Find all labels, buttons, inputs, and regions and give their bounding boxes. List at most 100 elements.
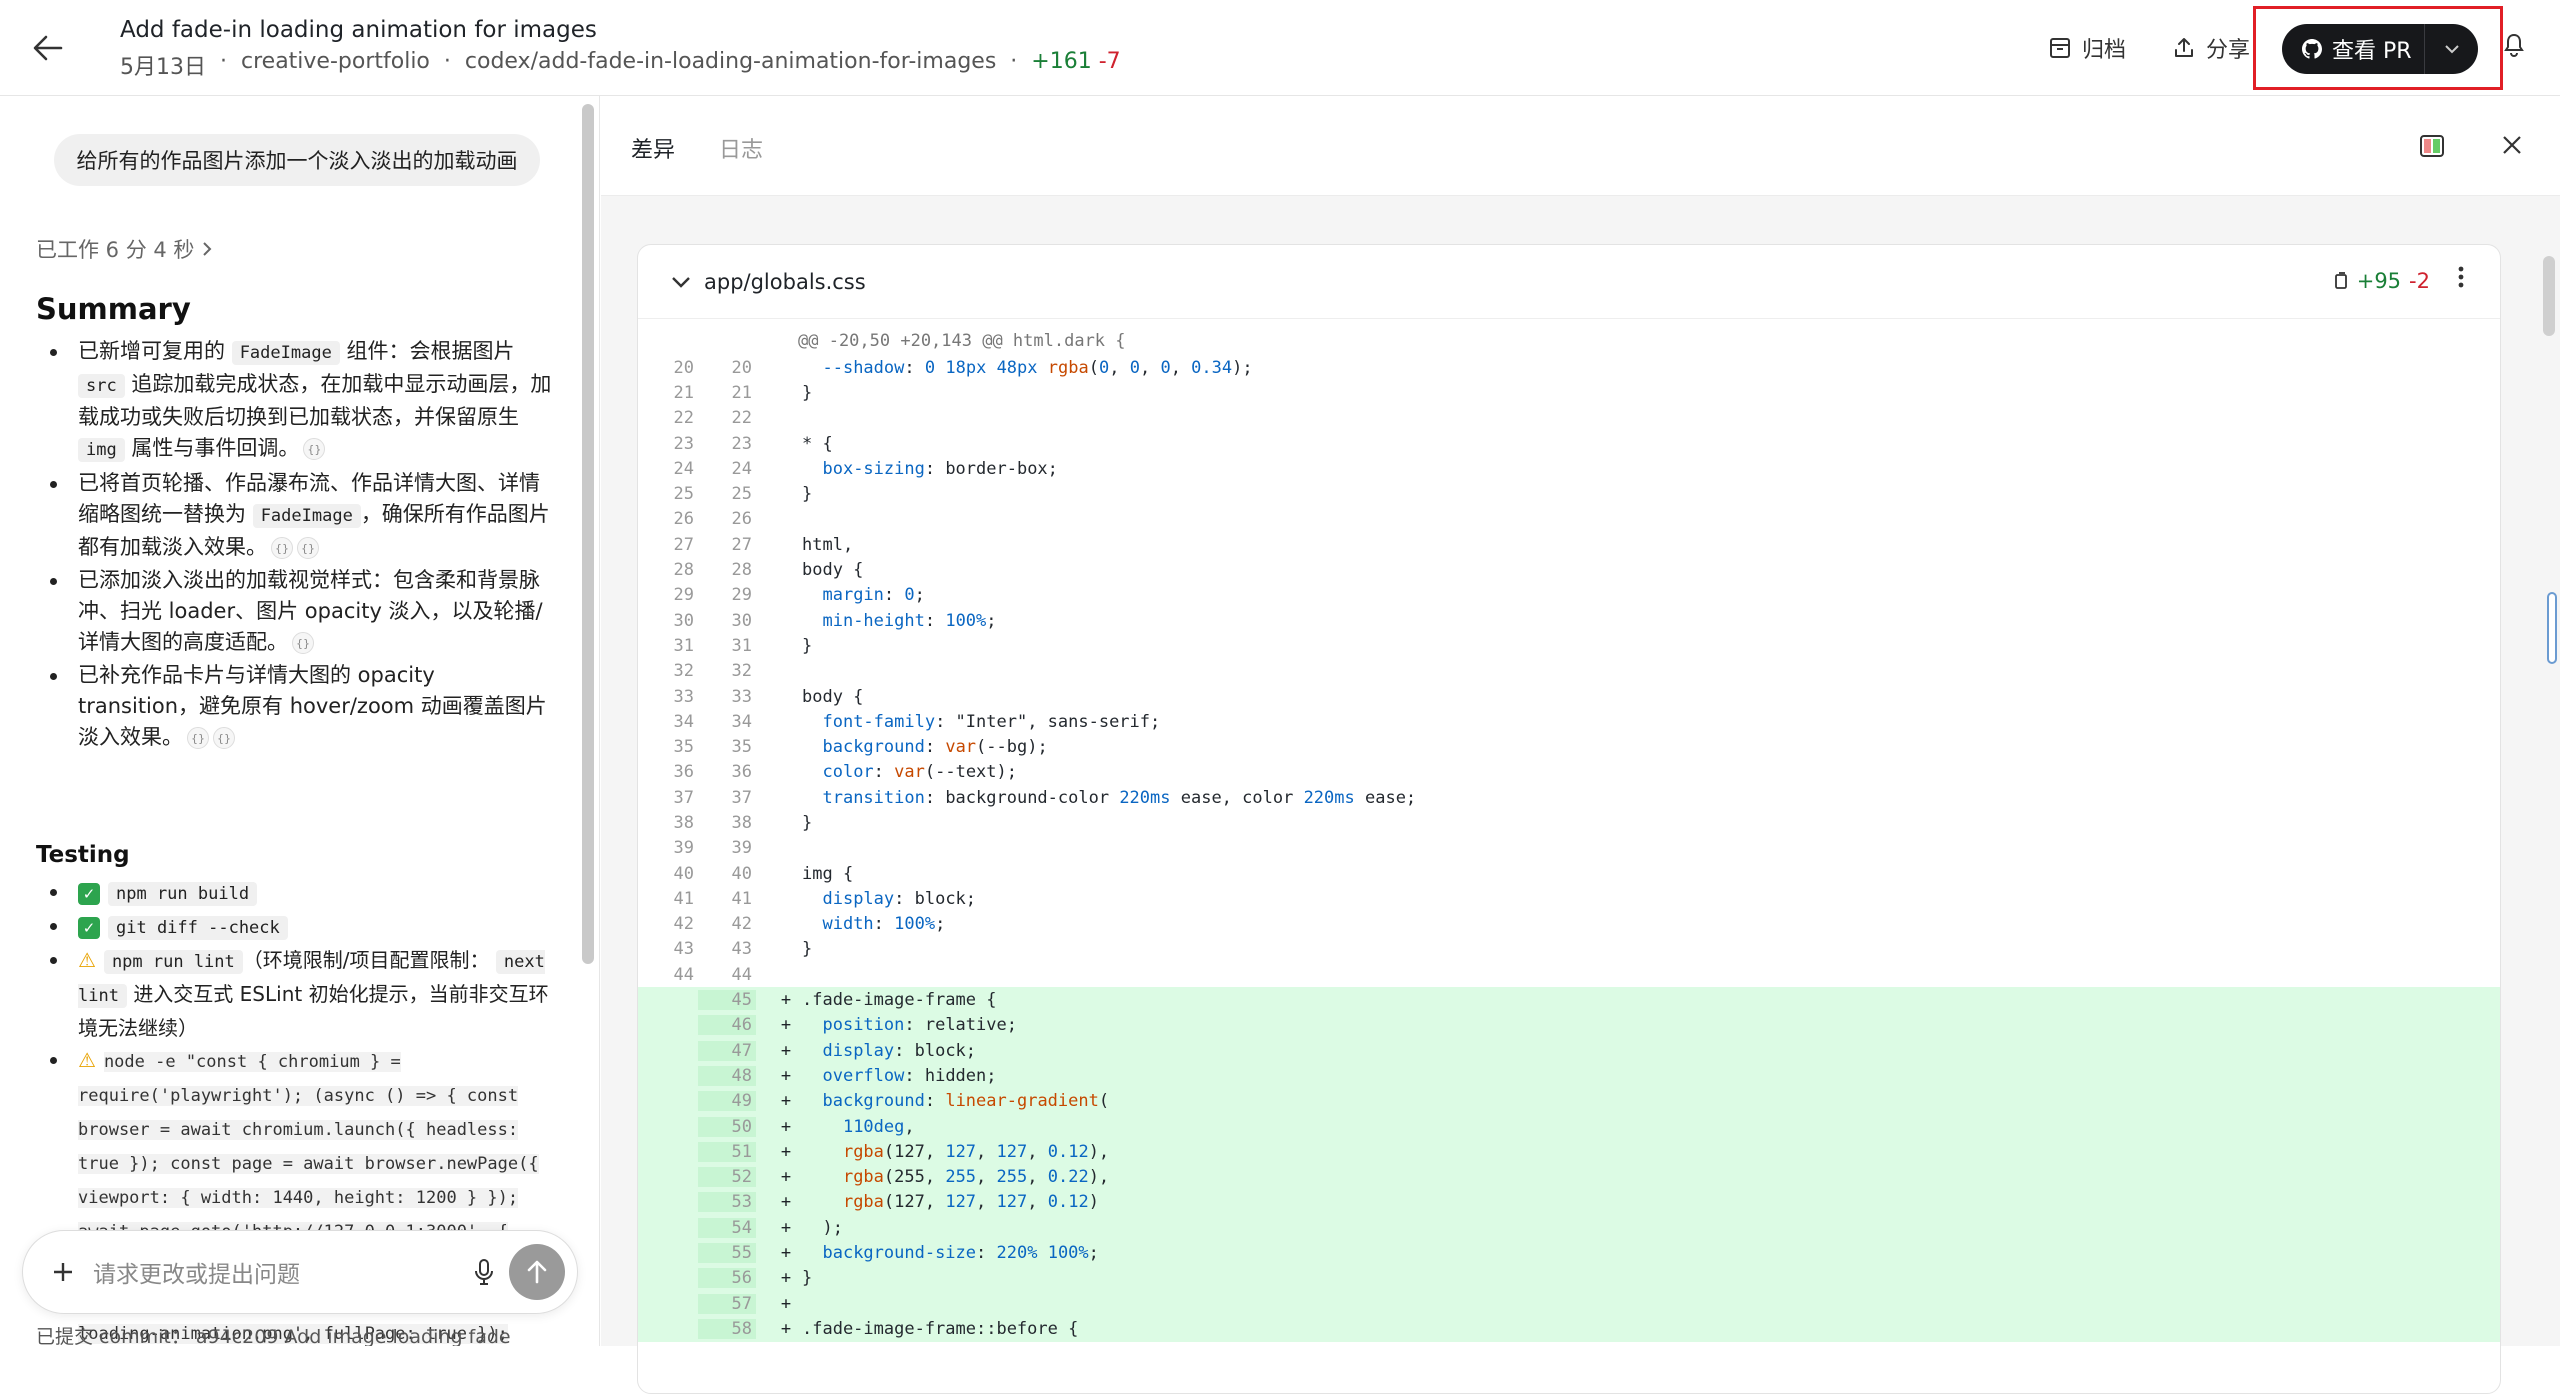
diff-line: 28 28 body { (638, 557, 2500, 582)
notification-button[interactable] (2502, 32, 2526, 64)
citation-icon[interactable]: {} (303, 438, 326, 460)
composer-input[interactable]: 请求更改或提出问题 (93, 1255, 459, 1289)
commit-text: 已提交 commit： a94c209 Add image loading fa… (36, 1326, 511, 1346)
task-date: 5月13日 (120, 55, 206, 80)
file-header: app/globals.css +95 -2 (638, 245, 2500, 319)
diff-sign: + (780, 1091, 792, 1112)
citation-icon[interactable]: {} (292, 632, 314, 654)
file-name[interactable]: app/globals.css (704, 270, 866, 294)
diff-line: 20 20 --shadow: 0 18px 48px rgba(0, 0, 0,… (638, 355, 2500, 380)
new-line-number: 29 (731, 585, 752, 606)
diff-line-added: 54 + ); (638, 1215, 2500, 1241)
tab-log[interactable]: 日志 (719, 132, 763, 164)
header: Add fade-in loading animation for images… (0, 0, 2560, 96)
diff-line: 36 36 color: var(--text); (638, 760, 2500, 785)
diff-line: 25 25} (638, 481, 2500, 506)
close-button[interactable] (2501, 130, 2523, 163)
new-line-number: 35 (731, 737, 752, 758)
old-line-number: 38 (673, 812, 694, 833)
new-line-number: 39 (731, 838, 752, 859)
worked-time-toggle[interactable]: 已工作 6 分 4 秒 (36, 234, 212, 264)
share-button[interactable]: 分享 (2172, 32, 2250, 64)
new-line-number: 43 (731, 939, 752, 960)
voice-input-button[interactable] (459, 1258, 509, 1286)
diff-line: 44 44 (638, 962, 2500, 987)
diff-line-added: 53 + rgba(127, 127, 127, 0.12) (638, 1189, 2500, 1216)
more-options-button[interactable] (2458, 265, 2464, 295)
code-text: rgba(127, 127, 127, 0.12), (842, 1141, 1110, 1162)
tab-diff[interactable]: 差异 (631, 132, 675, 164)
diff-sign: + (780, 1040, 792, 1061)
file-diff-card: app/globals.css +95 -2 @@ -20,50 +20,143… (637, 244, 2501, 1394)
branch-name[interactable]: codex/add-fade-in-loading-animation-for-… (465, 49, 996, 81)
close-icon (2503, 136, 2521, 154)
diff-line-added: 51 + rgba(127, 127, 127, 0.12), (638, 1139, 2500, 1165)
diff-line: 26 26 (638, 507, 2500, 532)
scrollbar[interactable] (582, 104, 594, 964)
arrow-left-icon (33, 35, 63, 61)
code-text: } (802, 484, 813, 505)
new-line-number: 46 (698, 1015, 756, 1036)
diff-line-added: 58 + .fade-image-frame::before { (638, 1316, 2500, 1342)
code-text: font-family: "Inter", sans-serif; (822, 711, 1161, 732)
bell-icon (2504, 33, 2524, 57)
old-line-number: 37 (673, 787, 694, 808)
diff-line-added: 55 + background-size: 220% 100%; (638, 1240, 2500, 1266)
scrollbar[interactable] (2543, 256, 2555, 336)
diff-sign: + (780, 1141, 792, 1162)
diff-sign: + (780, 1268, 792, 1289)
warning-icon: ⚠ (78, 948, 96, 972)
diff-line: 43 43} (638, 937, 2500, 962)
new-line-number: 50 (698, 1116, 756, 1137)
code-text: color: var(--text); (822, 762, 1017, 783)
collapse-file-button[interactable] (658, 276, 704, 288)
diff-sign: + (780, 1015, 792, 1036)
send-button[interactable] (509, 1244, 565, 1300)
diff-line: 34 34 font-family: "Inter", sans-serif; (638, 709, 2500, 734)
citation-icon[interactable]: {} (271, 537, 293, 559)
code-text: background-size: 220% 100%; (822, 1243, 1099, 1264)
split-view-button[interactable] (2419, 134, 2445, 162)
diff-line-added: 45 + .fade-image-frame { (638, 987, 2500, 1013)
archive-button[interactable]: 归档 (2048, 32, 2126, 64)
chevron-right-icon (203, 242, 212, 256)
diff-line: 24 24 box-sizing: border-box; (638, 456, 2500, 481)
hunk-header: @@ -20,50 +20,143 @@ html.dark { (798, 331, 1126, 351)
repo-name[interactable]: creative-portfolio (241, 49, 430, 81)
diff-sign: + (780, 1243, 792, 1264)
worked-time: 已工作 6 分 4 秒 (36, 238, 195, 262)
summary-item: 已将首页轮播、作品瀑布流、作品详情大图、详情缩略图统一替换为 FadeImage… (36, 468, 556, 563)
user-prompt: 给所有的作品图片添加一个淡入淡出的加载动画 (54, 134, 540, 186)
new-line-number: 54 (698, 1217, 756, 1238)
old-line-number: 39 (673, 838, 694, 859)
new-line-number: 25 (731, 484, 752, 505)
testing-heading: Testing (36, 842, 130, 868)
old-line-number: 43 (673, 939, 694, 960)
back-button[interactable] (28, 30, 68, 66)
citation-icon[interactable]: {} (213, 727, 235, 749)
new-line-number: 32 (731, 661, 752, 682)
new-line-number: 47 (698, 1040, 756, 1061)
new-line-number: 21 (731, 382, 752, 403)
code-text: box-sizing: border-box; (822, 458, 1058, 479)
new-line-number: 22 (731, 408, 752, 429)
old-line-number: 35 (673, 737, 694, 758)
diff-line: 39 39 (638, 836, 2500, 861)
test-item: ⚠ npm run lint （环境限制/项目配置限制： next lint 进入交… (36, 944, 556, 1044)
diff-line-added: 48 + overflow: hidden; (638, 1063, 2500, 1089)
arrow-up-icon (527, 1260, 547, 1284)
copy-icon[interactable] (2333, 272, 2349, 290)
diff-line-added: 46 + position: relative; (638, 1012, 2500, 1039)
citation-icon[interactable]: {} (187, 727, 209, 749)
minimap-thumb[interactable] (2547, 592, 2557, 664)
diff-line: 42 42 width: 100%; (638, 912, 2500, 937)
citation-icon[interactable]: {} (297, 537, 319, 559)
old-line-number: 32 (673, 661, 694, 682)
old-line-number: 41 (673, 888, 694, 909)
old-line-number: 42 (673, 914, 694, 935)
new-line-number: 30 (731, 610, 752, 631)
diff-line-added: 49 + background: linear-gradient( (638, 1088, 2500, 1114)
add-attachment-button[interactable] (33, 1242, 93, 1302)
code-text: * { (802, 433, 833, 454)
old-line-number: 30 (673, 610, 694, 631)
